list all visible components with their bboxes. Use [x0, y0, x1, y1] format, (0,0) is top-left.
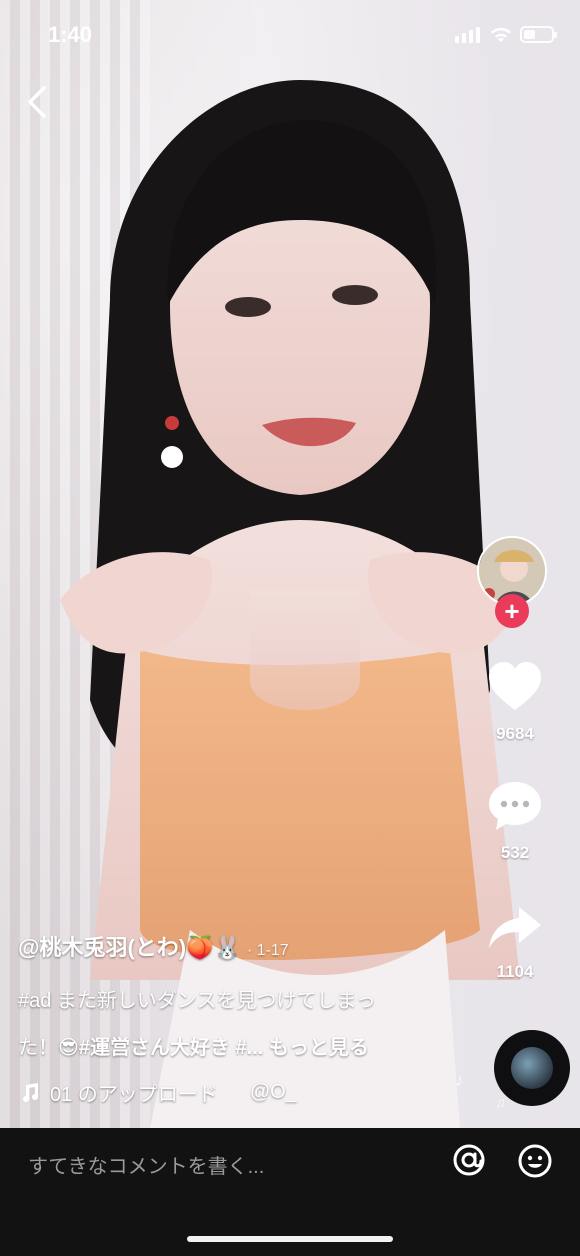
comment-icon: [489, 782, 541, 830]
caption-line-1: #ad また新しいダンスを見つけてしまっ: [18, 990, 376, 1012]
caption-line-2-text: た！😎: [18, 1037, 79, 1059]
status-time: 1:40: [48, 22, 93, 47]
more-link[interactable]: もっと見る: [269, 1037, 369, 1059]
status-bar: 1:40: [0, 0, 580, 72]
caption-line-2: た！😎#運営さん大好き #... もっと見る: [18, 1025, 488, 1072]
music-disc-button[interactable]: [494, 1030, 570, 1106]
heart-icon: [489, 662, 541, 710]
home-indicator: [187, 1236, 393, 1242]
cellular-signal-icon: [455, 27, 480, 43]
post-caption: @桃木兎羽(とわ)🍑🐰 · 1-17 #ad また新しいダンスを見つけてしまっ た…: [18, 930, 488, 1107]
emoji-icon[interactable]: [517, 1143, 553, 1179]
like-button[interactable]: 9684: [470, 661, 560, 744]
at-icon[interactable]: [452, 1143, 486, 1177]
share-icon: [489, 907, 541, 948]
post-date: · 1-17: [246, 942, 289, 959]
follow-plus-button[interactable]: +: [495, 594, 529, 628]
creator-username[interactable]: @桃木兎羽(とわ)🍑🐰 · 1-17: [18, 930, 488, 962]
like-count: 9684: [496, 724, 534, 743]
caption-text: #ad また新しいダンスを見つけてしまっ た！😎#運営さん大好き #... もっ…: [18, 978, 488, 1072]
music-note-icon: [23, 1082, 38, 1102]
action-rail: + 9684 532 1104: [477, 535, 580, 1095]
chevron-left-icon[interactable]: [22, 84, 54, 120]
comment-input[interactable]: すてきなコメントを書く...: [28, 1150, 264, 1179]
wifi-icon: [491, 27, 511, 42]
comment-button[interactable]: 532: [470, 780, 560, 863]
music-title: 01 のアップロード: [50, 1084, 218, 1106]
caption-hashtags[interactable]: #運営さん大好き #...: [79, 1037, 263, 1059]
comment-count: 532: [500, 843, 530, 862]
username-text: @桃木兎羽(とわ)🍑🐰: [18, 935, 241, 960]
music-artist: @O_: [249, 1081, 297, 1103]
music-row[interactable]: 01 のアップロード @O_: [18, 1078, 488, 1107]
video-screen: 1:40 + 9684 532 1104 @桃木兎羽(とわ)🍑🐰 · 1-17 …: [0, 0, 580, 1256]
music-disc-cover: [511, 1047, 553, 1089]
battery-icon: [520, 26, 557, 43]
